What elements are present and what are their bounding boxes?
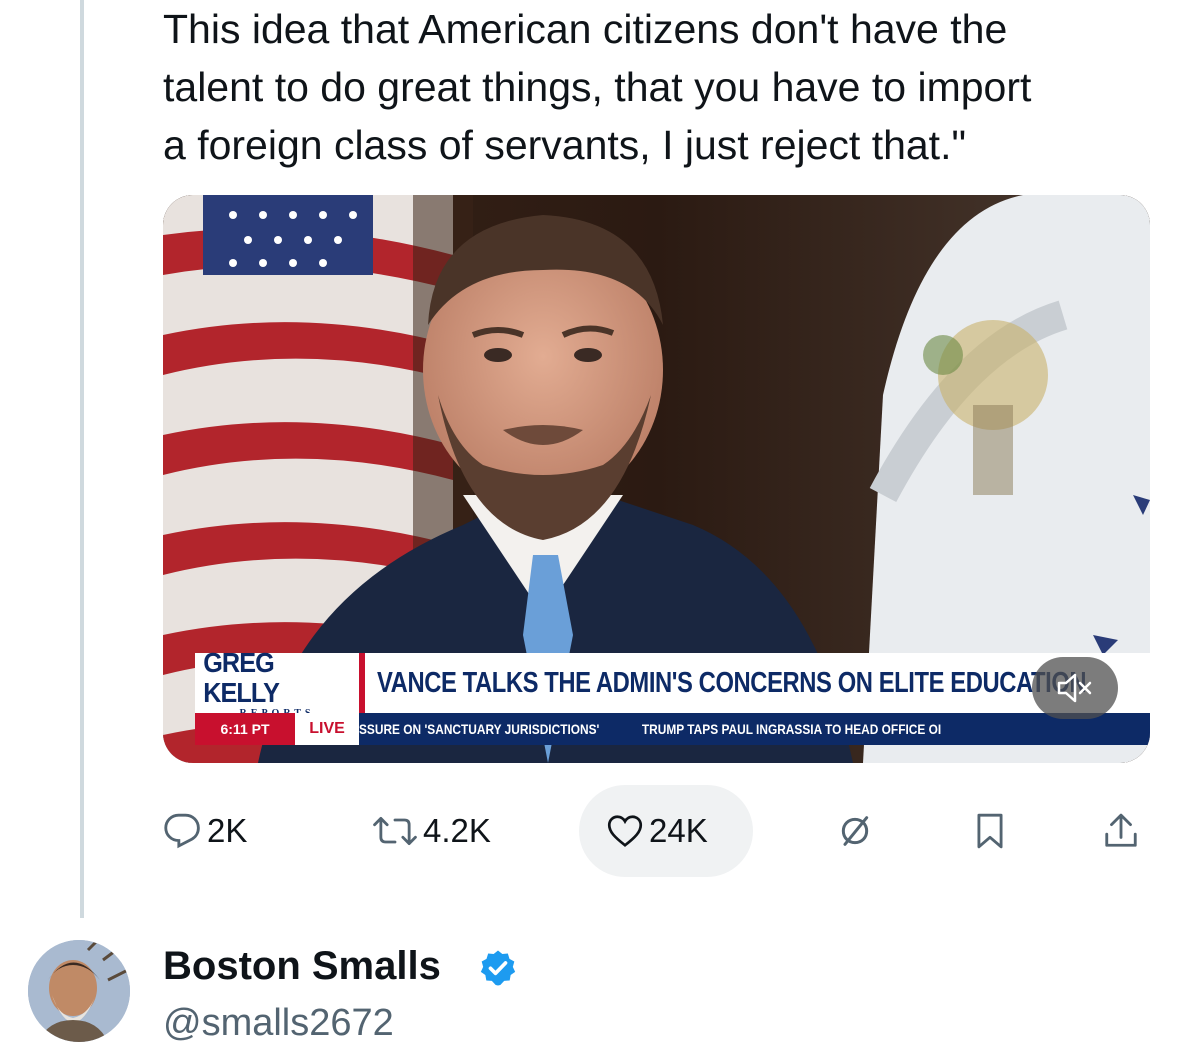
reply-count: 2K: [207, 812, 248, 849]
share-icon: [1105, 813, 1137, 847]
live-badge: LIVE: [295, 713, 359, 745]
news-lower-third: GREG KELLY REPORTS VANCE TALKS THE ADMIN…: [195, 647, 1150, 745]
bookmark-icon: [977, 813, 1003, 849]
reply-button[interactable]: 2K: [163, 785, 247, 877]
like-count: 24K: [649, 812, 708, 849]
views-icon: [841, 816, 869, 846]
tweet-text: This idea that American citizens don't h…: [163, 6, 1032, 168]
repost-count: 4.2K: [423, 812, 491, 849]
like-icon: [607, 815, 643, 847]
news-ticker: SSURE ON 'SANCTUARY JURISDICTIONS' TRUMP …: [359, 713, 1150, 745]
thread-connector-line: [80, 0, 84, 918]
reply-icon: [164, 813, 200, 849]
share-button[interactable]: [1103, 785, 1139, 877]
tweet-action-bar: 2K 4.2K 24K: [163, 785, 1150, 877]
news-brand-logo: GREG KELLY REPORTS: [195, 647, 365, 719]
like-button[interactable]: 24K: [579, 785, 753, 877]
ticker-text: SSURE ON 'SANCTUARY JURISDICTIONS' TRUMP …: [359, 721, 941, 737]
mute-button[interactable]: [1032, 657, 1118, 719]
avatar-image: [28, 940, 130, 1042]
ticker-item-2: TRUMP TAPS PAUL INGRASSIA TO HEAD OFFICE…: [641, 721, 942, 737]
tweet-video[interactable]: GREG KELLY REPORTS VANCE TALKS THE ADMIN…: [163, 195, 1150, 763]
headline-text: VANCE TALKS THE ADMIN'S CONCERNS ON ELIT…: [377, 666, 1087, 699]
speaker-muted-icon: [1057, 673, 1092, 703]
broadcast-time: 6:11 PT: [195, 713, 295, 745]
verified-badge-icon: [480, 950, 516, 986]
avatar[interactable]: [28, 940, 130, 1042]
bookmark-button[interactable]: [973, 785, 1007, 877]
ticker-item-1: SSURE ON 'SANCTUARY JURISDICTIONS': [359, 721, 600, 737]
author-name[interactable]: Boston Smalls: [163, 944, 441, 989]
brand-name: GREG KELLY: [203, 646, 280, 708]
repost-icon: [373, 817, 417, 845]
next-tweet-author: Boston Smalls @smalls2672: [0, 930, 1179, 1044]
repost-button[interactable]: 4.2K: [373, 785, 491, 877]
views-button[interactable]: [835, 785, 875, 877]
